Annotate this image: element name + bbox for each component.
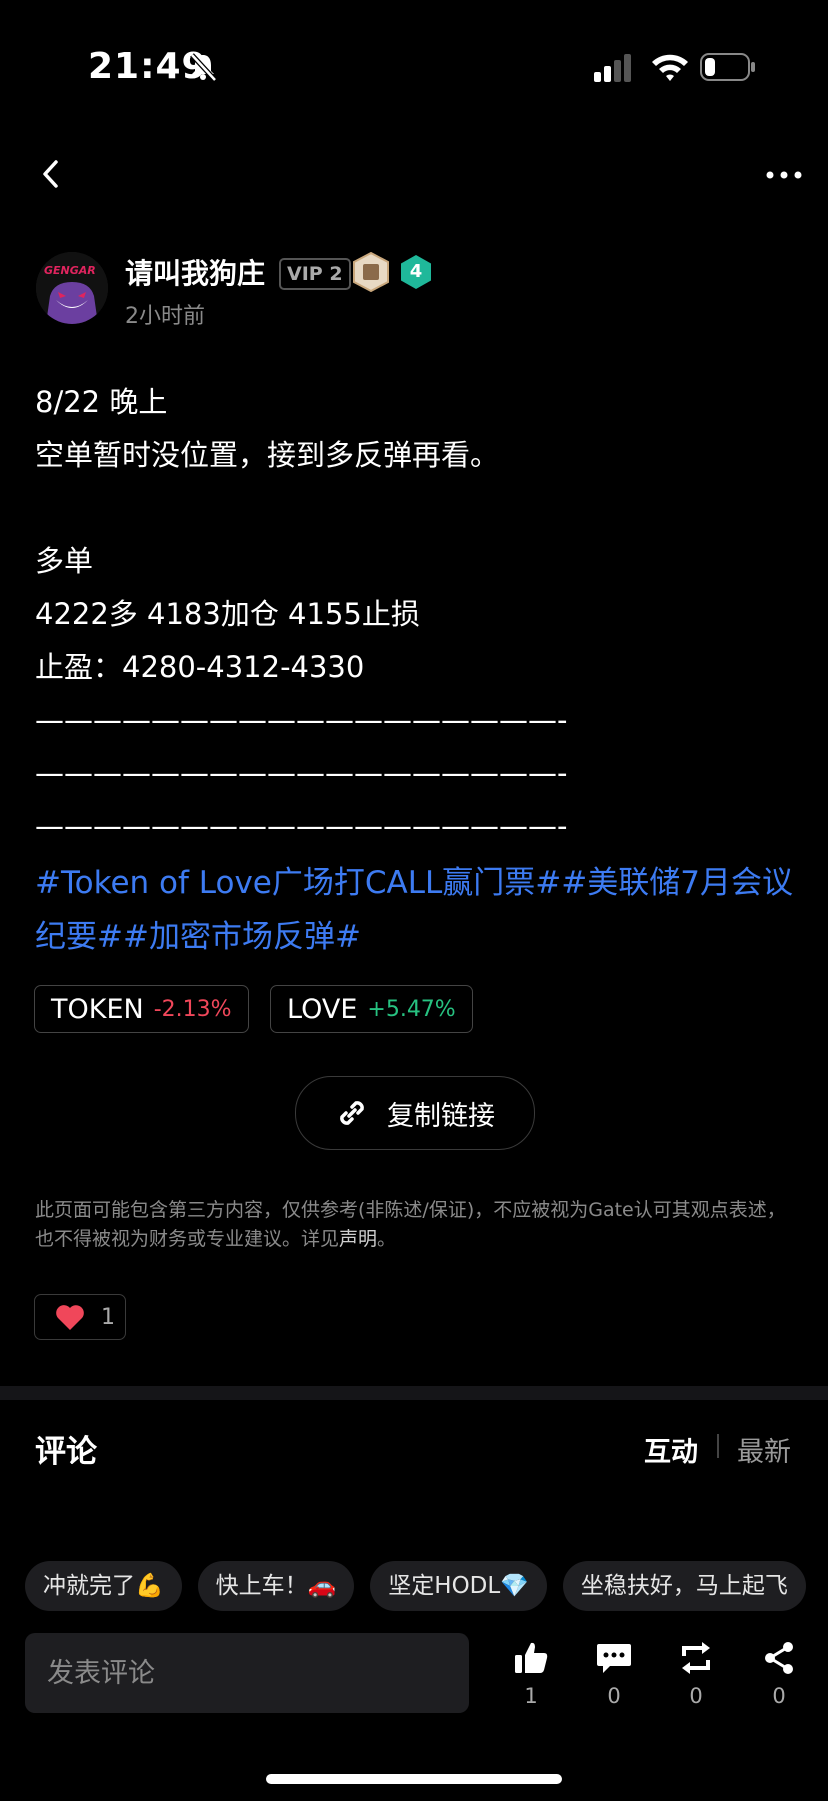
share-icon [765, 1642, 793, 1674]
home-indicator [266, 1774, 562, 1784]
post-line: ——————————————————- [35, 809, 568, 843]
comment-action-count: 0 [607, 1684, 621, 1708]
like-button[interactable]: 1 [34, 1294, 126, 1340]
like-action[interactable]: 1 [501, 1640, 561, 1708]
ticker-love[interactable]: LOVE +5.47% [270, 985, 473, 1033]
post-timestamp: 2小时前 [125, 304, 205, 329]
battery-icon [700, 53, 755, 81]
gengar-avatar-icon: GENGAR [36, 252, 108, 324]
vip-badge: VIP 2 [279, 258, 351, 290]
post-line: 多单 [35, 544, 94, 578]
repost-icon [682, 1642, 710, 1674]
repost-action[interactable]: 0 [666, 1640, 726, 1708]
wifi-icon [652, 54, 688, 81]
link-icon [340, 1101, 364, 1125]
share-action-count: 0 [772, 1684, 786, 1708]
disclaimer-link[interactable]: 声明 [339, 1228, 377, 1250]
disclaimer-end: 。 [377, 1228, 397, 1250]
comment-action[interactable]: 0 [584, 1640, 644, 1708]
quick-reply-chip[interactable]: 冲就完了💪 [25, 1561, 182, 1611]
quick-reply-chip[interactable]: 快上车！🚗 [197, 1561, 355, 1611]
ticker-symbol: LOVE [287, 993, 358, 1025]
author-name[interactable]: 请叫我狗庄 [125, 252, 265, 292]
back-icon[interactable] [36, 154, 66, 194]
post-line [35, 482, 795, 535]
like-count: 1 [101, 1304, 115, 1330]
post-content: 8/22 晚上 空单暂时没位置，接到多反弹再看。 多单 4222多 4183加仓… [35, 376, 795, 853]
bell-muted-icon [190, 53, 217, 82]
ticker-token[interactable]: TOKEN -2.13% [34, 985, 249, 1033]
ticker-symbol: TOKEN [51, 993, 144, 1025]
level-badge: 4 [398, 254, 434, 290]
ticker-change: -2.13% [153, 996, 232, 1022]
disclaimer-text: 此页面可能包含第三方内容，仅供参考(非陈述/保证)，不应被视为Gate认可其观点… [35, 1199, 786, 1250]
disclaimer: 此页面可能包含第三方内容，仅供参考(非陈述/保证)，不应被视为Gate认可其观点… [35, 1196, 795, 1254]
sort-separator [717, 1434, 719, 1458]
copy-link-label: 复制链接 [387, 1100, 495, 1132]
hashtags[interactable]: #Token of Love广场打CALL赢门票##美联储7月会议纪要##加密市… [35, 856, 795, 964]
cellular-signal-icon [594, 54, 631, 82]
comment-input[interactable] [25, 1633, 469, 1713]
quick-reply-chip[interactable]: 坐稳扶好，马上起飞 [562, 1561, 806, 1611]
scroll-badge-icon [353, 252, 389, 292]
like-action-count: 1 [524, 1684, 538, 1708]
ticker-change: +5.47% [367, 996, 456, 1022]
quick-reply-chip[interactable]: 坚定HODL💎 [370, 1561, 547, 1611]
repost-action-count: 0 [689, 1684, 703, 1708]
sort-interactive[interactable]: 互动 [644, 1430, 698, 1469]
post-line: ——————————————————- [35, 756, 568, 790]
more-options-icon[interactable] [764, 160, 804, 190]
copy-link-button[interactable]: 复制链接 [295, 1076, 535, 1150]
post-line: ——————————————————- [35, 703, 568, 737]
quick-replies: 冲就完了💪 快上车！🚗 坚定HODL💎 坐稳扶好，马上起飞 [25, 1561, 806, 1611]
heart-icon [56, 1305, 84, 1330]
post-line: 止盈：4280-4312-4330 [35, 650, 365, 684]
comment-icon [597, 1644, 631, 1673]
post-line: 4222多 4183加仓 4155止损 [35, 597, 420, 631]
post-line: 空单暂时没位置，接到多反弹再看。 [35, 438, 500, 472]
level-number: 4 [409, 261, 423, 282]
post-line: 8/22 晚上 [35, 385, 168, 419]
thumbs-up-icon [515, 1642, 548, 1673]
share-action[interactable]: 0 [749, 1640, 809, 1708]
avatar-text: GENGAR [44, 264, 96, 277]
comments-title: 评论 [35, 1434, 97, 1470]
section-divider [0, 1386, 828, 1400]
sort-newest[interactable]: 最新 [737, 1430, 791, 1469]
avatar[interactable]: GENGAR [36, 252, 108, 324]
